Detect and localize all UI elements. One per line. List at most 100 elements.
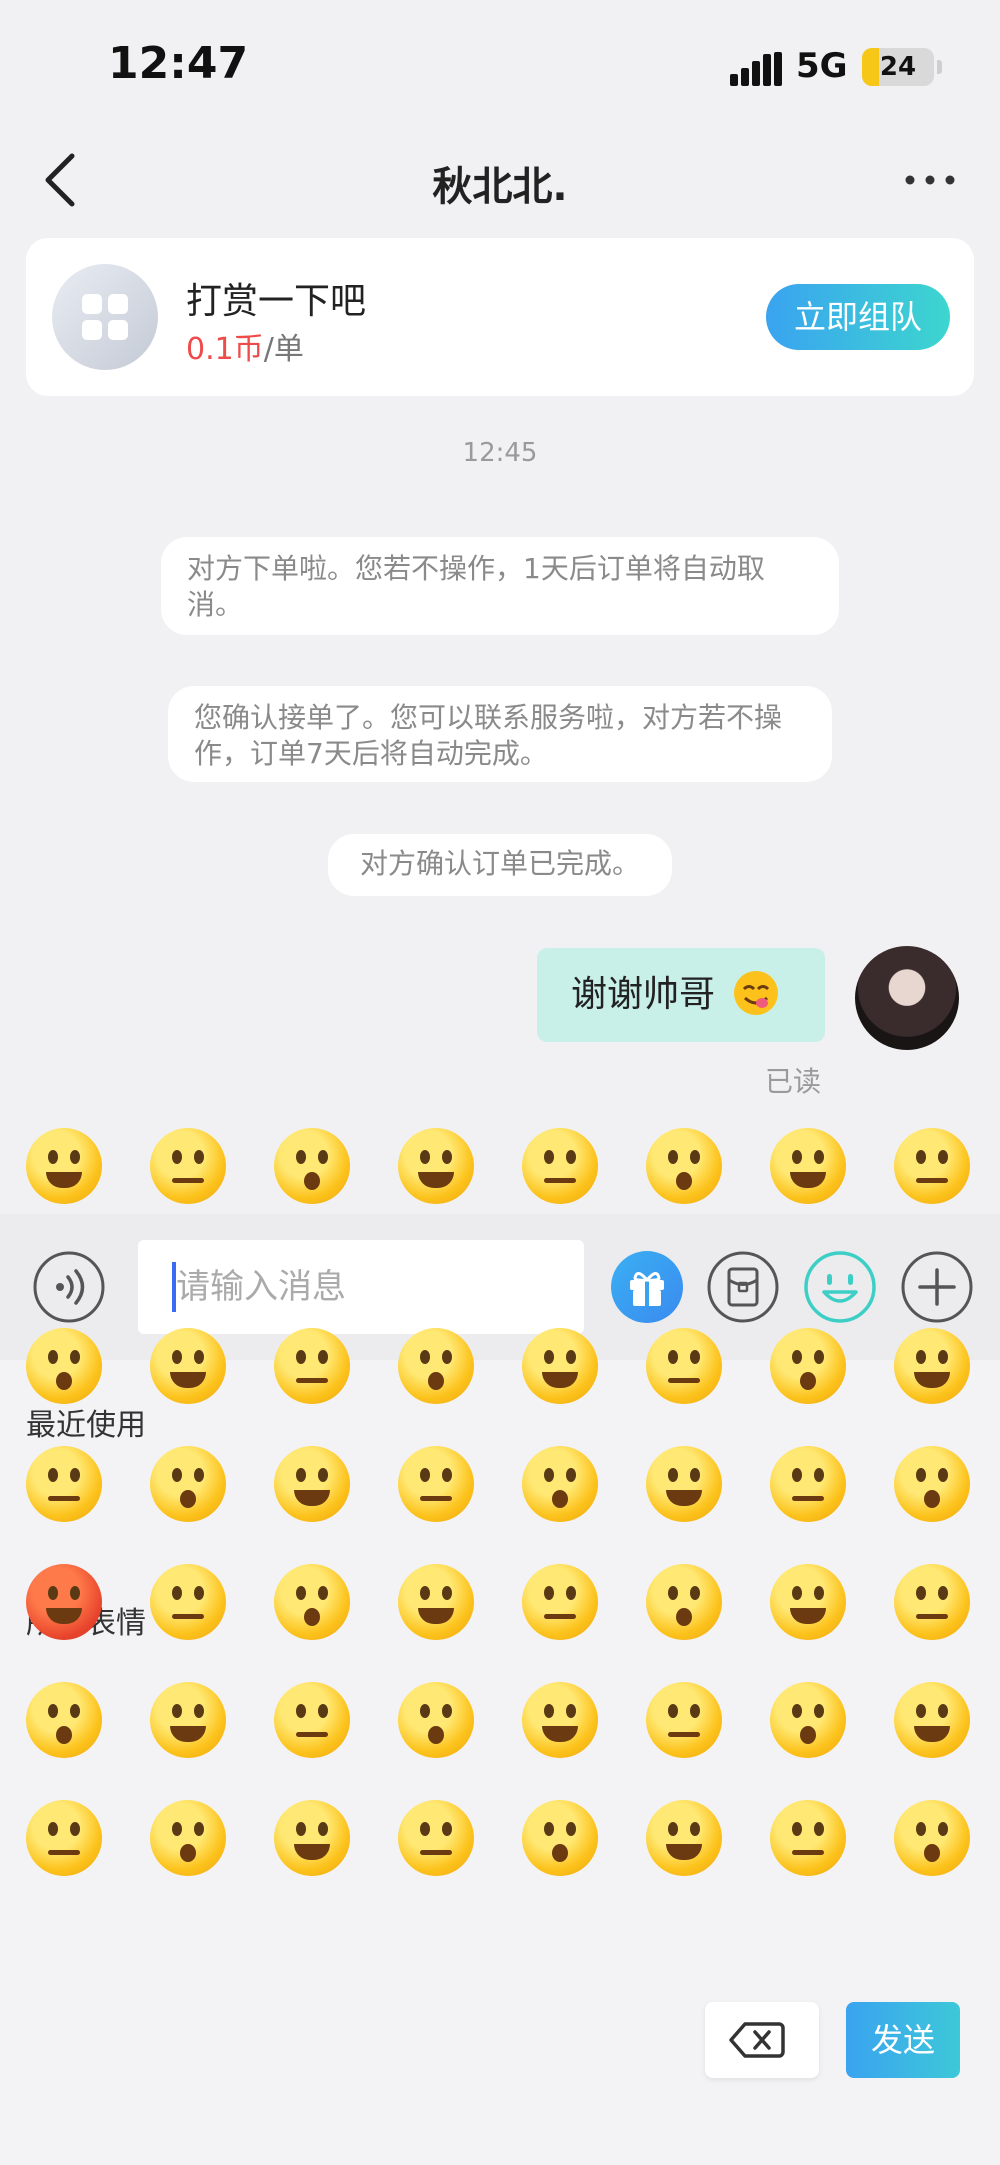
emoji-mouth <box>56 1726 72 1744</box>
emoji-eye <box>938 1150 948 1164</box>
emoji-eye <box>70 1468 80 1482</box>
emoji-icon[interactable] <box>803 1250 877 1324</box>
red-packet-icon[interactable] <box>706 1250 780 1324</box>
emoji-item[interactable] <box>768 1444 848 1524</box>
emoji-eye <box>318 1704 328 1718</box>
emoji-item[interactable] <box>396 1798 476 1878</box>
avatar[interactable] <box>855 946 959 1050</box>
backspace-button[interactable] <box>705 2002 819 2078</box>
emoji-item[interactable] <box>768 1562 848 1642</box>
emoji-item[interactable] <box>892 1562 972 1642</box>
emoji-item[interactable] <box>892 1326 972 1406</box>
emoji-eye <box>48 1150 58 1164</box>
recent-emoji[interactable] <box>396 1126 476 1206</box>
emoji-item[interactable] <box>520 1680 600 1760</box>
emoji-eye <box>48 1586 58 1600</box>
emoji-eye <box>544 1350 554 1364</box>
emoji-face-icon <box>522 1800 598 1876</box>
emoji-eye <box>690 1350 700 1364</box>
emoji-face-icon <box>770 1800 846 1876</box>
recent-emoji[interactable] <box>768 1126 848 1206</box>
emoji-item[interactable] <box>148 1562 228 1642</box>
team-up-button[interactable]: 立即组队 <box>766 284 950 350</box>
emoji-item[interactable] <box>272 1562 352 1642</box>
emoji-item[interactable] <box>644 1444 724 1524</box>
gift-icon[interactable] <box>610 1250 684 1324</box>
my-message-bubble[interactable]: 谢谢帅哥 <box>537 948 825 1042</box>
emoji-item[interactable] <box>396 1680 476 1760</box>
emoji-item[interactable] <box>520 1798 600 1878</box>
emoji-eye <box>48 1822 58 1836</box>
recent-emoji[interactable] <box>520 1126 600 1206</box>
emoji-item[interactable] <box>24 1680 104 1760</box>
emoji-face-icon <box>26 1328 102 1404</box>
emoji-item[interactable] <box>644 1562 724 1642</box>
emoji-eye <box>690 1704 700 1718</box>
emoji-eye <box>172 1350 182 1364</box>
emoji-item[interactable] <box>520 1562 600 1642</box>
emoji-eye <box>916 1704 926 1718</box>
emoji-mouth <box>800 1726 816 1744</box>
emoji-item[interactable] <box>768 1326 848 1406</box>
emoji-item[interactable] <box>396 1444 476 1524</box>
emoji-item[interactable] <box>644 1326 724 1406</box>
emoji-item[interactable] <box>272 1798 352 1878</box>
emoji-mouth <box>172 1614 204 1619</box>
emoji-eye <box>296 1468 306 1482</box>
recent-emoji[interactable] <box>272 1126 352 1206</box>
emoji-eye <box>814 1704 824 1718</box>
emoji-item[interactable] <box>148 1444 228 1524</box>
emoji-item[interactable] <box>520 1326 600 1406</box>
more-icon[interactable] <box>900 160 960 200</box>
price-value: 0.1币 <box>186 332 264 367</box>
recent-emoji[interactable] <box>644 1126 724 1206</box>
emoji-item[interactable] <box>148 1680 228 1760</box>
emoji-face-icon <box>274 1682 350 1758</box>
plus-icon[interactable] <box>900 1250 974 1324</box>
emoji-item[interactable] <box>24 1326 104 1406</box>
emoji-eye <box>194 1150 204 1164</box>
emoji-item[interactable] <box>396 1326 476 1406</box>
emoji-eye <box>814 1586 824 1600</box>
emoji-eye <box>916 1586 926 1600</box>
emoji-face-icon <box>274 1800 350 1876</box>
emoji-item[interactable] <box>148 1326 228 1406</box>
battery-tip <box>937 60 942 74</box>
emoji-item[interactable] <box>644 1680 724 1760</box>
emoji-item[interactable] <box>24 1798 104 1878</box>
emoji-item[interactable] <box>768 1798 848 1878</box>
emoji-item[interactable] <box>396 1562 476 1642</box>
emoji-item[interactable] <box>520 1444 600 1524</box>
emoji-item[interactable] <box>768 1680 848 1760</box>
emoji-eye <box>420 1822 430 1836</box>
voice-icon[interactable] <box>32 1250 106 1324</box>
emoji-mouth <box>676 1172 692 1190</box>
emoji-item[interactable] <box>272 1326 352 1406</box>
message-input[interactable]: 请输入消息 <box>138 1240 584 1334</box>
emoji-eye <box>318 1350 328 1364</box>
emoji-item[interactable] <box>24 1562 104 1642</box>
read-status: 已读 <box>765 1065 822 1098</box>
emoji-eye <box>442 1822 452 1836</box>
emoji-face-icon <box>398 1800 474 1876</box>
emoji-item[interactable] <box>272 1680 352 1760</box>
emoji-item[interactable] <box>24 1444 104 1524</box>
recent-emoji[interactable] <box>892 1126 972 1206</box>
emoji-item[interactable] <box>892 1680 972 1760</box>
emoji-eye <box>442 1704 452 1718</box>
emoji-face-icon <box>150 1564 226 1640</box>
emoji-item[interactable] <box>272 1444 352 1524</box>
emoji-face-icon <box>26 1446 102 1522</box>
recent-emoji[interactable] <box>148 1126 228 1206</box>
emoji-eye <box>48 1350 58 1364</box>
emoji-item[interactable] <box>892 1798 972 1878</box>
recent-emoji[interactable] <box>24 1126 104 1206</box>
emoji-item[interactable] <box>148 1798 228 1878</box>
emoji-item[interactable] <box>892 1444 972 1524</box>
emoji-face-icon <box>646 1328 722 1404</box>
emoji-eye <box>814 1822 824 1836</box>
send-button[interactable]: 发送 <box>846 2002 960 2078</box>
emoji-item[interactable] <box>644 1798 724 1878</box>
emoji-mouth <box>420 1850 452 1855</box>
message-placeholder: 请输入消息 <box>176 1267 346 1307</box>
